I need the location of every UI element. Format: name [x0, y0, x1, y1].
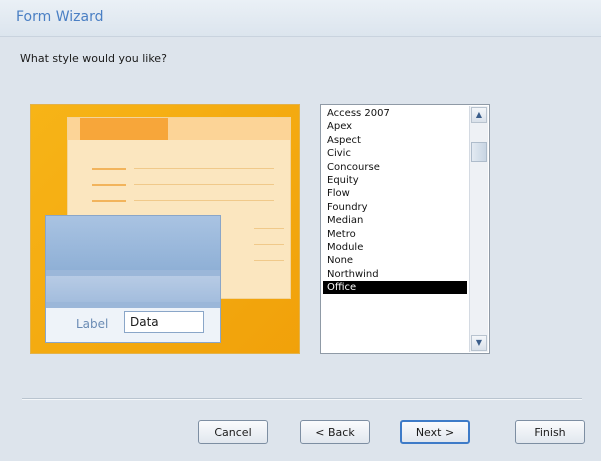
preview-field-line [254, 260, 284, 261]
style-list[interactable]: Access 2007 Apex Aspect Civic Concourse Equit… [323, 107, 467, 295]
style-list-item[interactable]: Metro [323, 228, 467, 241]
next-button[interactable]: Next > [400, 420, 470, 444]
preview-header-tab [80, 118, 168, 140]
listbox-scrollbar[interactable]: ▲ ▼ [469, 106, 488, 352]
style-list-item[interactable]: Module [323, 241, 467, 254]
style-prompt: What style would you like? [20, 52, 167, 65]
preview-field-line [134, 184, 274, 185]
style-preview: Label Data [30, 104, 300, 354]
form-wizard-window: Form Wizard What style would you like? L… [0, 0, 601, 461]
cancel-button[interactable]: Cancel [198, 420, 268, 444]
style-list-item[interactable]: Foundry [323, 201, 467, 214]
preview-field-line [134, 168, 274, 169]
chevron-down-icon[interactable]: ▼ [471, 335, 487, 351]
button-separator [22, 398, 582, 400]
scroll-thumb[interactable] [471, 142, 487, 162]
preview-label: Label [76, 317, 109, 331]
style-list-item[interactable]: Median [323, 214, 467, 227]
preview-label-line [92, 168, 126, 170]
style-list-item[interactable]: Aspect [323, 134, 467, 147]
preview-label-line [92, 184, 126, 186]
style-list-item[interactable]: Apex [323, 120, 467, 133]
preview-front-form: Label Data [45, 215, 221, 343]
window-title: Form Wizard [16, 9, 104, 25]
style-list-item[interactable]: None [323, 254, 467, 267]
preview-front-header [46, 216, 220, 270]
finish-button[interactable]: Finish [515, 420, 585, 444]
preview-data-field: Data [124, 311, 204, 333]
preview-field-line [254, 228, 284, 229]
title-bar: Form Wizard [0, 0, 601, 37]
style-list-item[interactable]: Office [323, 281, 467, 295]
style-list-item[interactable]: Northwind [323, 268, 467, 281]
style-list-item[interactable]: Civic [323, 147, 467, 160]
chevron-up-icon[interactable]: ▲ [471, 107, 487, 123]
style-list-item[interactable]: Flow [323, 187, 467, 200]
style-list-item[interactable]: Concourse [323, 161, 467, 174]
preview-header [68, 118, 290, 140]
style-list-item[interactable]: Equity [323, 174, 467, 187]
style-listbox[interactable]: Access 2007 Apex Aspect Civic Concourse Equit… [320, 104, 490, 354]
preview-label-line [92, 200, 126, 202]
preview-front-band [46, 276, 220, 302]
preview-field-line [134, 200, 274, 201]
style-list-item[interactable]: Access 2007 [323, 107, 467, 120]
back-button[interactable]: < Back [300, 420, 370, 444]
preview-field-line [254, 244, 284, 245]
